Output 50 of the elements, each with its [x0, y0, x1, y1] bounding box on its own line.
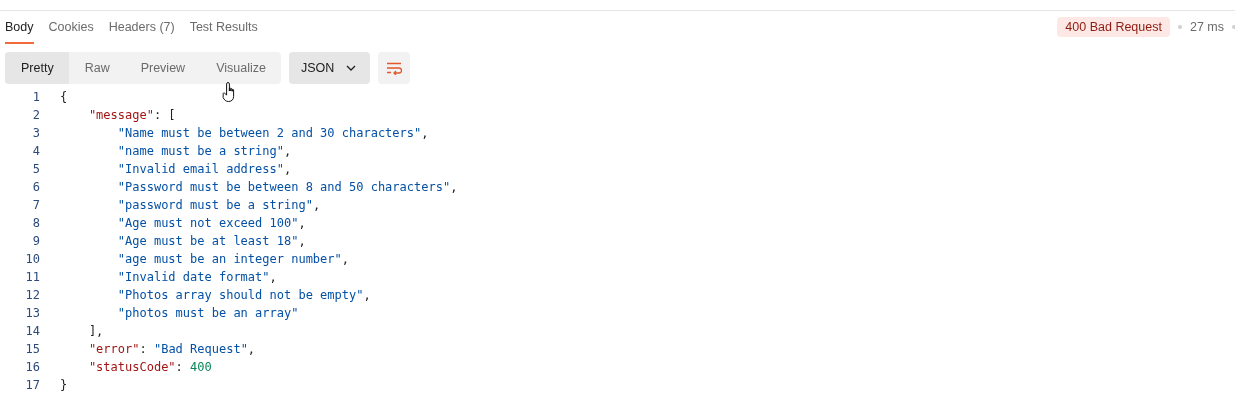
line-number: 13 — [24, 306, 41, 320]
separator-dot — [1177, 25, 1182, 29]
view-mode-tab[interactable]: Pretty — [5, 52, 69, 84]
response-time: 27 ms — [1189, 20, 1224, 34]
code-line: "message": [ — [87, 108, 176, 122]
line-number: 8 — [31, 216, 41, 230]
line-number: 3 — [31, 126, 41, 140]
line-number: 14 — [24, 324, 41, 338]
view-mode-tab[interactable]: Preview — [124, 52, 201, 84]
code-line: "error": "Bad Request", — [87, 342, 256, 356]
line-number: 10 — [24, 252, 41, 266]
response-tab[interactable]: Body — [5, 20, 34, 44]
code-line: "name must be a string", — [116, 144, 292, 158]
line-number: 15 — [24, 342, 41, 356]
code-line: { — [60, 90, 68, 104]
response-tab[interactable]: Test Results — [189, 20, 258, 44]
line-number: 4 — [31, 144, 41, 158]
chevron-down-icon — [346, 65, 357, 71]
wrap-lines-icon — [386, 61, 403, 75]
status-badge: 400 Bad Request — [1057, 17, 1170, 37]
line-number: 5 — [31, 162, 41, 176]
line-number: 17 — [24, 378, 41, 392]
code-line: "password must be a string", — [116, 198, 321, 212]
response-tab[interactable]: Headers (7) — [108, 20, 175, 44]
code-line: "age must be an integer number", — [116, 252, 349, 266]
response-tab[interactable]: Cookies — [48, 20, 94, 44]
format-dropdown[interactable]: JSON — [288, 52, 371, 84]
separator-dot — [1232, 25, 1235, 29]
view-mode-tab[interactable]: Visualize — [200, 52, 281, 84]
code-line: "photos must be an array" — [116, 306, 299, 320]
line-number: 16 — [24, 360, 41, 374]
line-number: 9 — [31, 234, 41, 248]
code-line: "statusCode": 400 — [87, 360, 212, 374]
code-line: "Invalid email address", — [116, 162, 292, 176]
code-line: "Invalid date format", — [116, 270, 277, 284]
line-number: 12 — [24, 288, 41, 302]
line-number: 7 — [31, 198, 41, 212]
code-line: ], — [87, 324, 104, 338]
code-line: "Age must not exceed 100", — [116, 216, 306, 230]
line-number: 1 — [31, 90, 41, 104]
code-line: "Password must be between 8 and 50 characters", — [116, 180, 458, 194]
line-number: 11 — [24, 270, 41, 284]
code-line: "Name must be between 2 and 30 characters", — [116, 126, 429, 140]
word-wrap-button[interactable] — [378, 52, 411, 84]
line-number: 2 — [31, 108, 41, 122]
code-line: "Age must be at least 18", — [116, 234, 306, 248]
code-line: } — [60, 378, 68, 392]
line-number: 6 — [31, 180, 41, 194]
code-line: "Photos array should not be empty", — [116, 288, 371, 302]
view-mode-tab[interactable]: Raw — [68, 52, 125, 84]
